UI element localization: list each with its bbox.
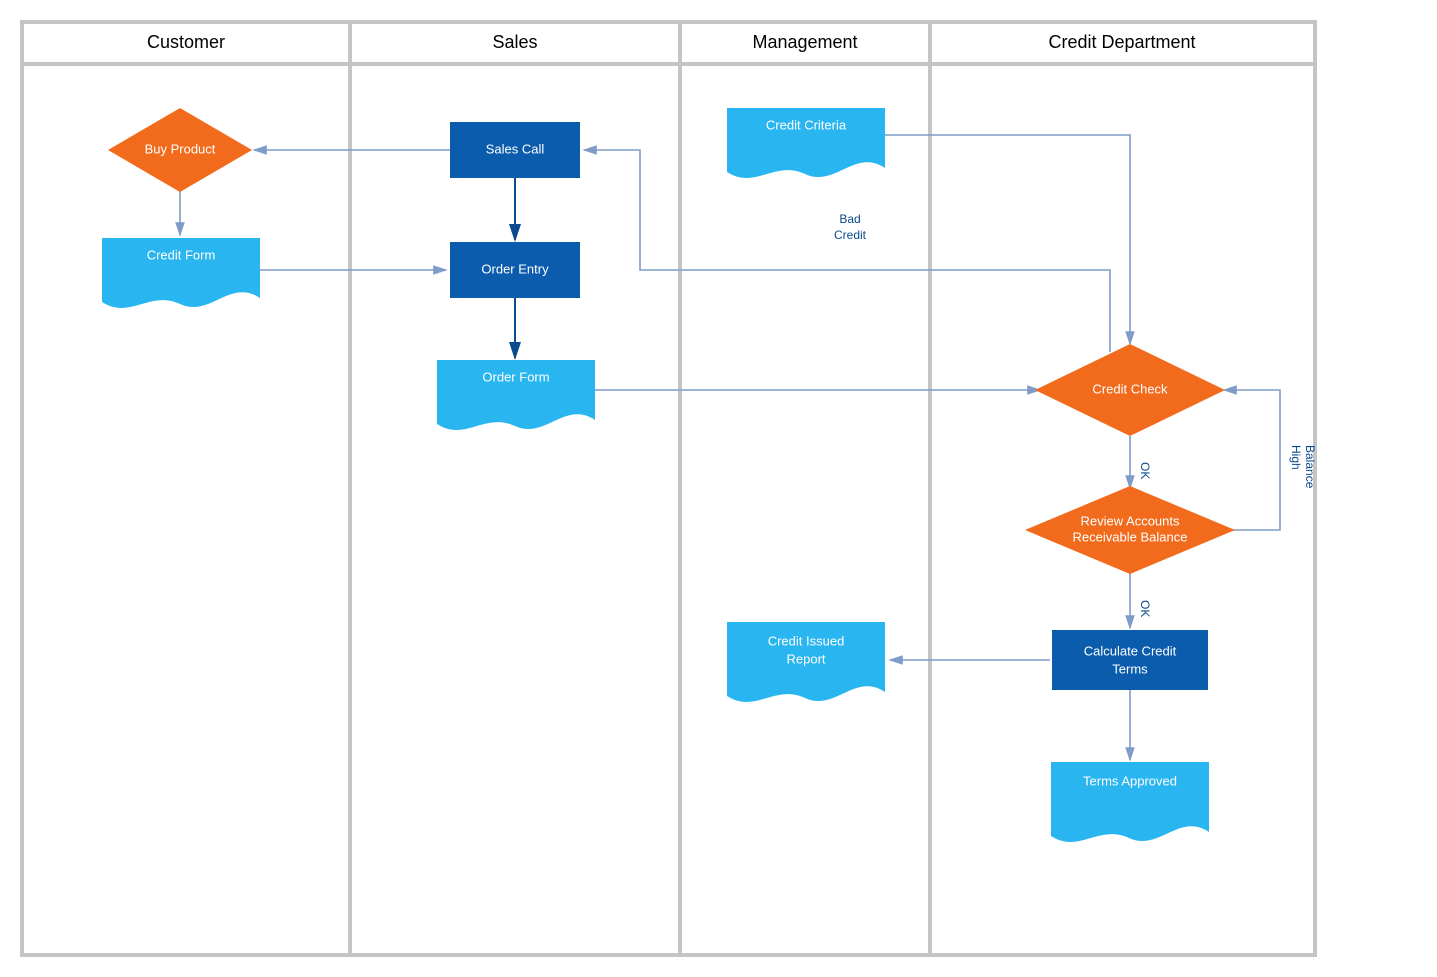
node-credit-check-label: Credit Check	[1092, 381, 1168, 396]
node-credit-form: Credit Form	[102, 238, 260, 308]
node-calc-credit-terms-label-2: Terms	[1112, 661, 1148, 676]
swimlane-flowchart: Customer Sales Management Credit Departm…	[20, 20, 1417, 957]
node-calc-credit-terms-label-1: Calculate Credit	[1084, 643, 1177, 658]
label-ok-1: OK	[1138, 462, 1152, 479]
node-credit-criteria-label: Credit Criteria	[766, 117, 847, 132]
node-credit-check: Credit Check	[1035, 344, 1225, 436]
node-credit-form-label: Credit Form	[147, 247, 216, 262]
node-sales-call: Sales Call	[450, 122, 580, 178]
edge-labels: Bad Credit OK OK High Balance	[834, 212, 1317, 617]
node-review-accounts: Review Accounts Receivable Balance	[1025, 486, 1235, 574]
node-review-accounts-label-2: Receivable Balance	[1073, 529, 1188, 544]
edge-creditcheck-salescall-badcredit	[584, 150, 1110, 352]
label-high-2: Balance	[1303, 445, 1317, 489]
edge-review-creditcheck-highbalance	[1224, 390, 1280, 530]
node-buy-product-label: Buy Product	[145, 141, 216, 156]
node-terms-approved-label: Terms Approved	[1083, 773, 1177, 788]
node-credit-issued-report-label-2: Report	[786, 651, 825, 666]
lane-header-credit-dept: Credit Department	[1048, 32, 1195, 52]
node-review-accounts-label-1: Review Accounts	[1081, 513, 1180, 528]
label-bad-credit-2: Credit	[834, 228, 867, 242]
label-ok-2: OK	[1138, 600, 1152, 617]
node-buy-product: Buy Product	[108, 108, 252, 192]
lane-header-management: Management	[752, 32, 857, 52]
node-credit-issued-report: Credit Issued Report	[727, 622, 885, 702]
node-calc-credit-terms: Calculate Credit Terms	[1052, 630, 1208, 690]
node-sales-call-label: Sales Call	[486, 141, 545, 156]
lane-header-customer: Customer	[147, 32, 225, 52]
node-terms-approved: Terms Approved	[1051, 762, 1209, 842]
node-order-entry-label: Order Entry	[481, 261, 549, 276]
node-order-entry: Order Entry	[450, 242, 580, 298]
node-order-form: Order Form	[437, 360, 595, 430]
label-high-1: High	[1289, 445, 1303, 470]
node-order-form-label: Order Form	[482, 369, 549, 384]
edge-creditcriteria-creditcheck	[885, 135, 1130, 344]
lane-header-sales: Sales	[492, 32, 537, 52]
label-bad-credit-1: Bad	[839, 212, 860, 226]
node-credit-issued-report-label-1: Credit Issued	[768, 633, 845, 648]
node-credit-criteria: Credit Criteria	[727, 108, 885, 178]
